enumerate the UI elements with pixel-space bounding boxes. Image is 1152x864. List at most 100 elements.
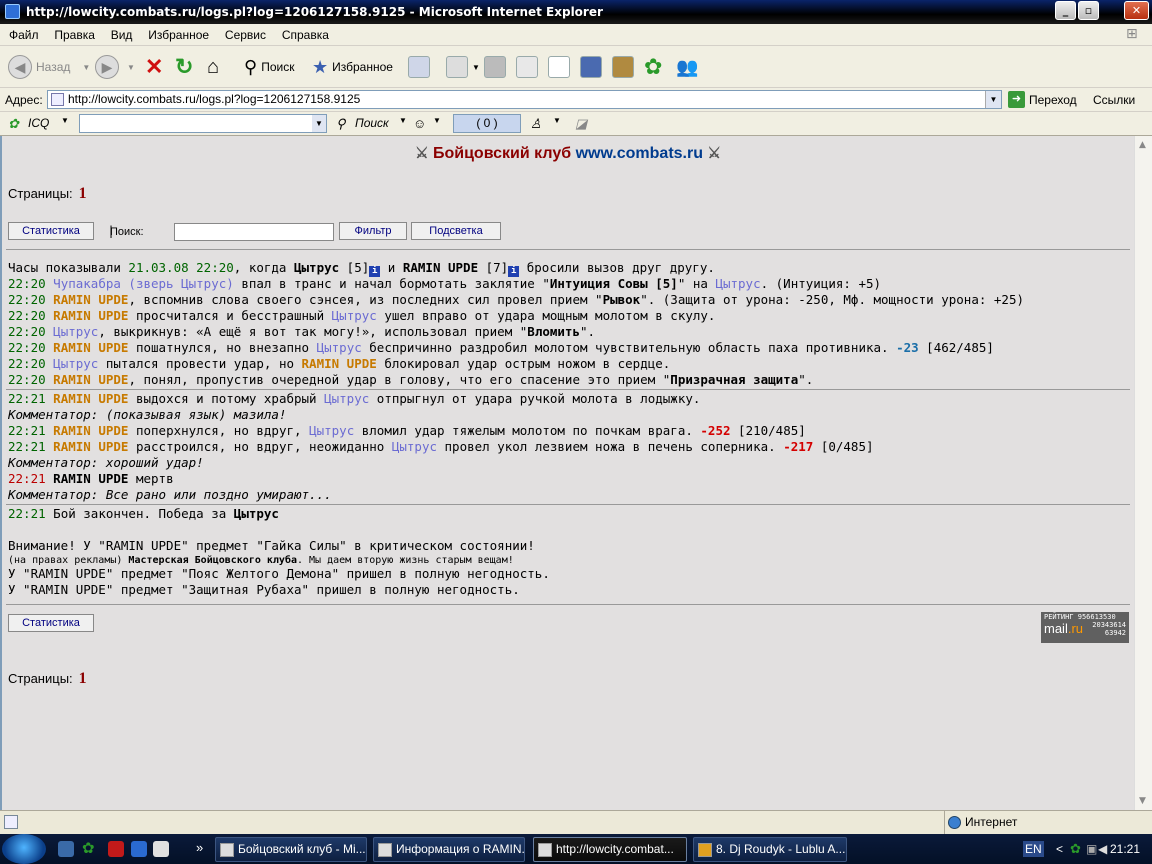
- message-counter[interactable]: ( 0 ): [453, 114, 521, 133]
- stop-button[interactable]: ✕: [145, 53, 163, 81]
- chevron-down-icon[interactable]: ▼: [312, 115, 326, 132]
- menu-file[interactable]: Файл: [3, 24, 45, 46]
- stats-button[interactable]: Статистика: [8, 222, 94, 240]
- minimize-button[interactable]: _: [1055, 1, 1076, 20]
- player-link[interactable]: Цытрус: [324, 391, 369, 406]
- ad-link[interactable]: Мастерская Бойцовского клуба: [128, 555, 297, 566]
- volume-icon[interactable]: ◀: [1098, 834, 1107, 864]
- site-link[interactable]: www.combats.ru: [576, 145, 703, 162]
- chevron-down-icon[interactable]: ▼: [61, 116, 69, 125]
- address-dropdown-icon[interactable]: ▼: [985, 91, 1001, 108]
- icq-tray-icon[interactable]: ✿: [1070, 834, 1081, 864]
- highlight-button[interactable]: Подсветка: [411, 222, 501, 240]
- language-indicator[interactable]: EN: [1023, 841, 1044, 857]
- mailru-rating-counter[interactable]: РЕЙТИНГ 956613530 mail.ru 20343614 63942: [1041, 612, 1129, 643]
- task-button[interactable]: Информация о RAMIN...: [373, 837, 525, 862]
- player-link[interactable]: RAMIN UPDE: [302, 356, 377, 371]
- filter-button[interactable]: Фильтр: [339, 222, 407, 240]
- clock[interactable]: 21:21: [1110, 834, 1140, 864]
- player-link[interactable]: RAMIN UPDE: [53, 308, 128, 323]
- favorites-button[interactable]: ★ Избранное: [312, 53, 393, 81]
- start-button[interactable]: [2, 834, 46, 864]
- player-link[interactable]: RAMIN UPDE: [53, 471, 128, 486]
- player-link[interactable]: RAMIN UPDE: [53, 391, 128, 406]
- stats-button-bottom[interactable]: Статистика: [8, 614, 94, 632]
- player-link[interactable]: Цытрус: [392, 439, 437, 454]
- commentator-line: Комментатор: (показывая язык) мазила!: [8, 407, 287, 422]
- menu-help[interactable]: Справка: [276, 24, 335, 46]
- go-button[interactable]: ➜ Переход: [1008, 91, 1077, 108]
- discuss-button[interactable]: [548, 53, 570, 81]
- network-icon[interactable]: ▣: [1086, 834, 1097, 864]
- forward-button[interactable]: ▶ ▼: [95, 53, 135, 81]
- close-button[interactable]: ✕: [1124, 1, 1149, 20]
- player-link[interactable]: Цытрус: [294, 260, 339, 275]
- player-link[interactable]: RAMIN UPDE: [53, 423, 128, 438]
- maximize-button[interactable]: ▫: [1078, 1, 1099, 20]
- task-button-active[interactable]: http://lowcity.combat...: [533, 837, 687, 862]
- menu-edit[interactable]: Правка: [48, 24, 101, 46]
- research-button[interactable]: [580, 53, 602, 81]
- history-button[interactable]: [408, 53, 430, 81]
- address-input[interactable]: http://lowcity.combats.ru/logs.pl?log=12…: [47, 90, 1002, 109]
- home-button[interactable]: ⌂: [207, 53, 219, 81]
- refresh-button[interactable]: ↻: [175, 53, 193, 81]
- mail-button[interactable]: ▼: [446, 53, 480, 81]
- player-link[interactable]: Цытрус: [309, 423, 354, 438]
- back-button[interactable]: ◀ Назад ▼: [8, 53, 90, 81]
- scroll-down-icon[interactable]: ▼: [1139, 796, 1146, 806]
- player-link[interactable]: RAMIN UPDE: [53, 439, 128, 454]
- user-icon[interactable]: ♙: [530, 116, 542, 132]
- menu-favorites[interactable]: Избранное: [142, 24, 215, 46]
- chevron-down-icon[interactable]: ▼: [433, 116, 441, 125]
- edit-button[interactable]: [516, 53, 538, 81]
- research-icon: [580, 56, 602, 78]
- links-button[interactable]: Ссылки: [1093, 93, 1135, 107]
- player-link[interactable]: RAMIN UPDE: [53, 372, 128, 387]
- icq-label[interactable]: ICQ: [28, 116, 49, 130]
- vertical-scrollbar[interactable]: ▲ ▼: [1134, 136, 1152, 810]
- opera-icon[interactable]: [108, 841, 124, 857]
- smiley-icon[interactable]: ☺: [413, 116, 426, 131]
- eraser-icon[interactable]: ◪: [575, 116, 587, 132]
- scroll-up-icon[interactable]: ▲: [1139, 140, 1146, 150]
- discuss-icon: [548, 56, 570, 78]
- log-search-input[interactable]: [174, 223, 334, 241]
- printer-icon: [484, 56, 506, 78]
- icq-button[interactable]: ✿: [644, 53, 662, 81]
- page-link-1[interactable]: 1: [79, 185, 87, 202]
- player-link[interactable]: Цытрус: [715, 276, 760, 291]
- media-button[interactable]: [612, 53, 634, 81]
- player-link[interactable]: Чупакабра (зверь Цытрус): [53, 276, 234, 291]
- player-link[interactable]: Цытрус: [53, 356, 98, 371]
- chevron-down-icon[interactable]: ▼: [399, 116, 407, 125]
- system-tray: EN < ✿ ▣ ◀ 21:21: [1020, 834, 1152, 864]
- log-line: 22:21 RAMIN UPDE выдохся и потому храбры…: [8, 391, 701, 406]
- player-link[interactable]: RAMIN UPDE: [53, 292, 128, 307]
- menu-view[interactable]: Вид: [105, 24, 139, 46]
- print-button[interactable]: [484, 53, 506, 81]
- more-quicklaunch-icon[interactable]: »: [196, 840, 203, 855]
- player-link[interactable]: Цытрус: [317, 340, 362, 355]
- menu-tools[interactable]: Сервис: [219, 24, 272, 46]
- ie-icon[interactable]: [131, 841, 147, 857]
- task-button[interactable]: 8. Dj Roudyk - Lublu A...: [693, 837, 847, 862]
- messenger-button[interactable]: 👥: [676, 53, 698, 81]
- icq-search-input[interactable]: ▼: [79, 114, 327, 133]
- player-link[interactable]: RAMIN UPDE: [403, 260, 478, 275]
- icq-flower-icon[interactable]: ✿: [82, 841, 98, 857]
- player-link[interactable]: Цытрус: [332, 308, 377, 323]
- search-button[interactable]: ⚲ Поиск: [244, 53, 294, 81]
- show-desktop-icon[interactable]: [58, 841, 74, 857]
- address-label: Адрес:: [5, 93, 43, 107]
- chevron-down-icon[interactable]: ▼: [553, 116, 561, 125]
- task-button[interactable]: Бойцовский клуб - Mi...: [215, 837, 367, 862]
- icq-search-button[interactable]: Поиск: [355, 116, 389, 130]
- windows-logo-icon: ⊞: [1126, 26, 1138, 42]
- player-link[interactable]: Цытрус: [234, 506, 279, 521]
- chevron-left-icon[interactable]: <: [1056, 834, 1063, 864]
- player-link[interactable]: RAMIN UPDE: [53, 340, 128, 355]
- page-link-1[interactable]: 1: [79, 670, 87, 687]
- word-icon[interactable]: [153, 841, 169, 857]
- player-link[interactable]: Цытрус: [53, 324, 98, 339]
